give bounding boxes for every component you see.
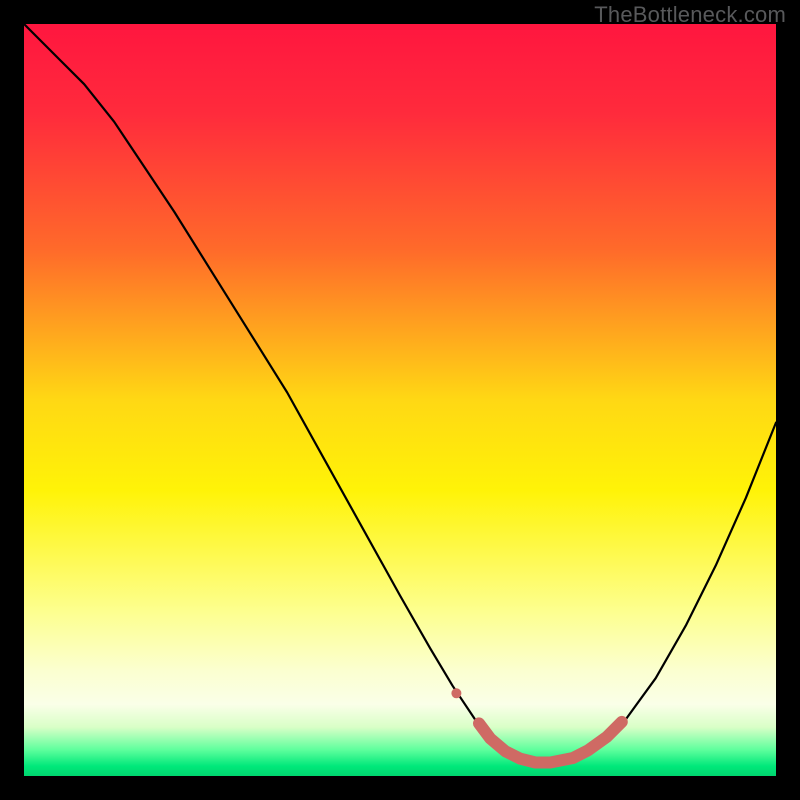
highlight-dot bbox=[451, 688, 461, 698]
chart-frame: TheBottleneck.com bbox=[0, 0, 800, 800]
watermark-text: TheBottleneck.com bbox=[594, 2, 786, 28]
bottleneck-chart bbox=[24, 24, 776, 776]
chart-svg bbox=[24, 24, 776, 776]
